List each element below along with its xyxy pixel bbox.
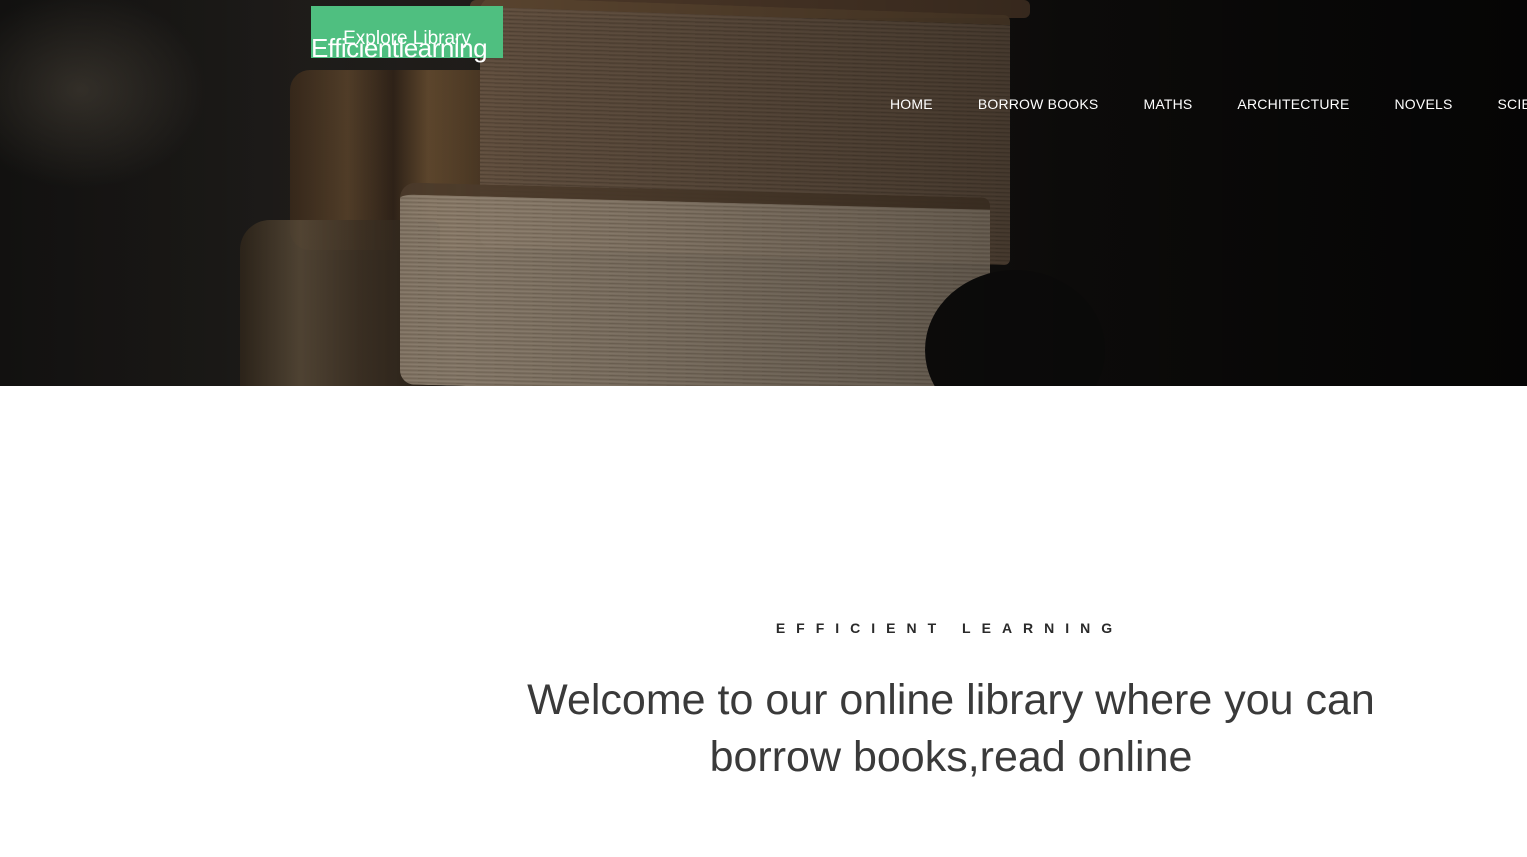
nav-architecture[interactable]: ARCHITECTURE	[1237, 96, 1349, 112]
hero-overlay	[0, 0, 1527, 386]
nav-science[interactable]: SCIENCE	[1498, 96, 1527, 112]
nav-borrow-books[interactable]: BORROW BOOKS	[978, 96, 1099, 112]
nav-maths[interactable]: MATHS	[1143, 96, 1192, 112]
main-nav: HOME BORROW BOOKS MATHS ARCHITECTURE NOV…	[890, 96, 1527, 112]
welcome-headline: Welcome to our online library where you …	[527, 676, 1375, 781]
brand-logo-link[interactable]: Efficientlearning	[311, 33, 488, 64]
nav-home[interactable]: HOME	[890, 96, 933, 112]
hero-banner: Explore Library Efficientlearning HOME B…	[0, 0, 1527, 386]
section-eyebrow: EFFICIENT LEARNING	[775, 620, 1124, 636]
nav-novels[interactable]: NOVELS	[1395, 96, 1453, 112]
